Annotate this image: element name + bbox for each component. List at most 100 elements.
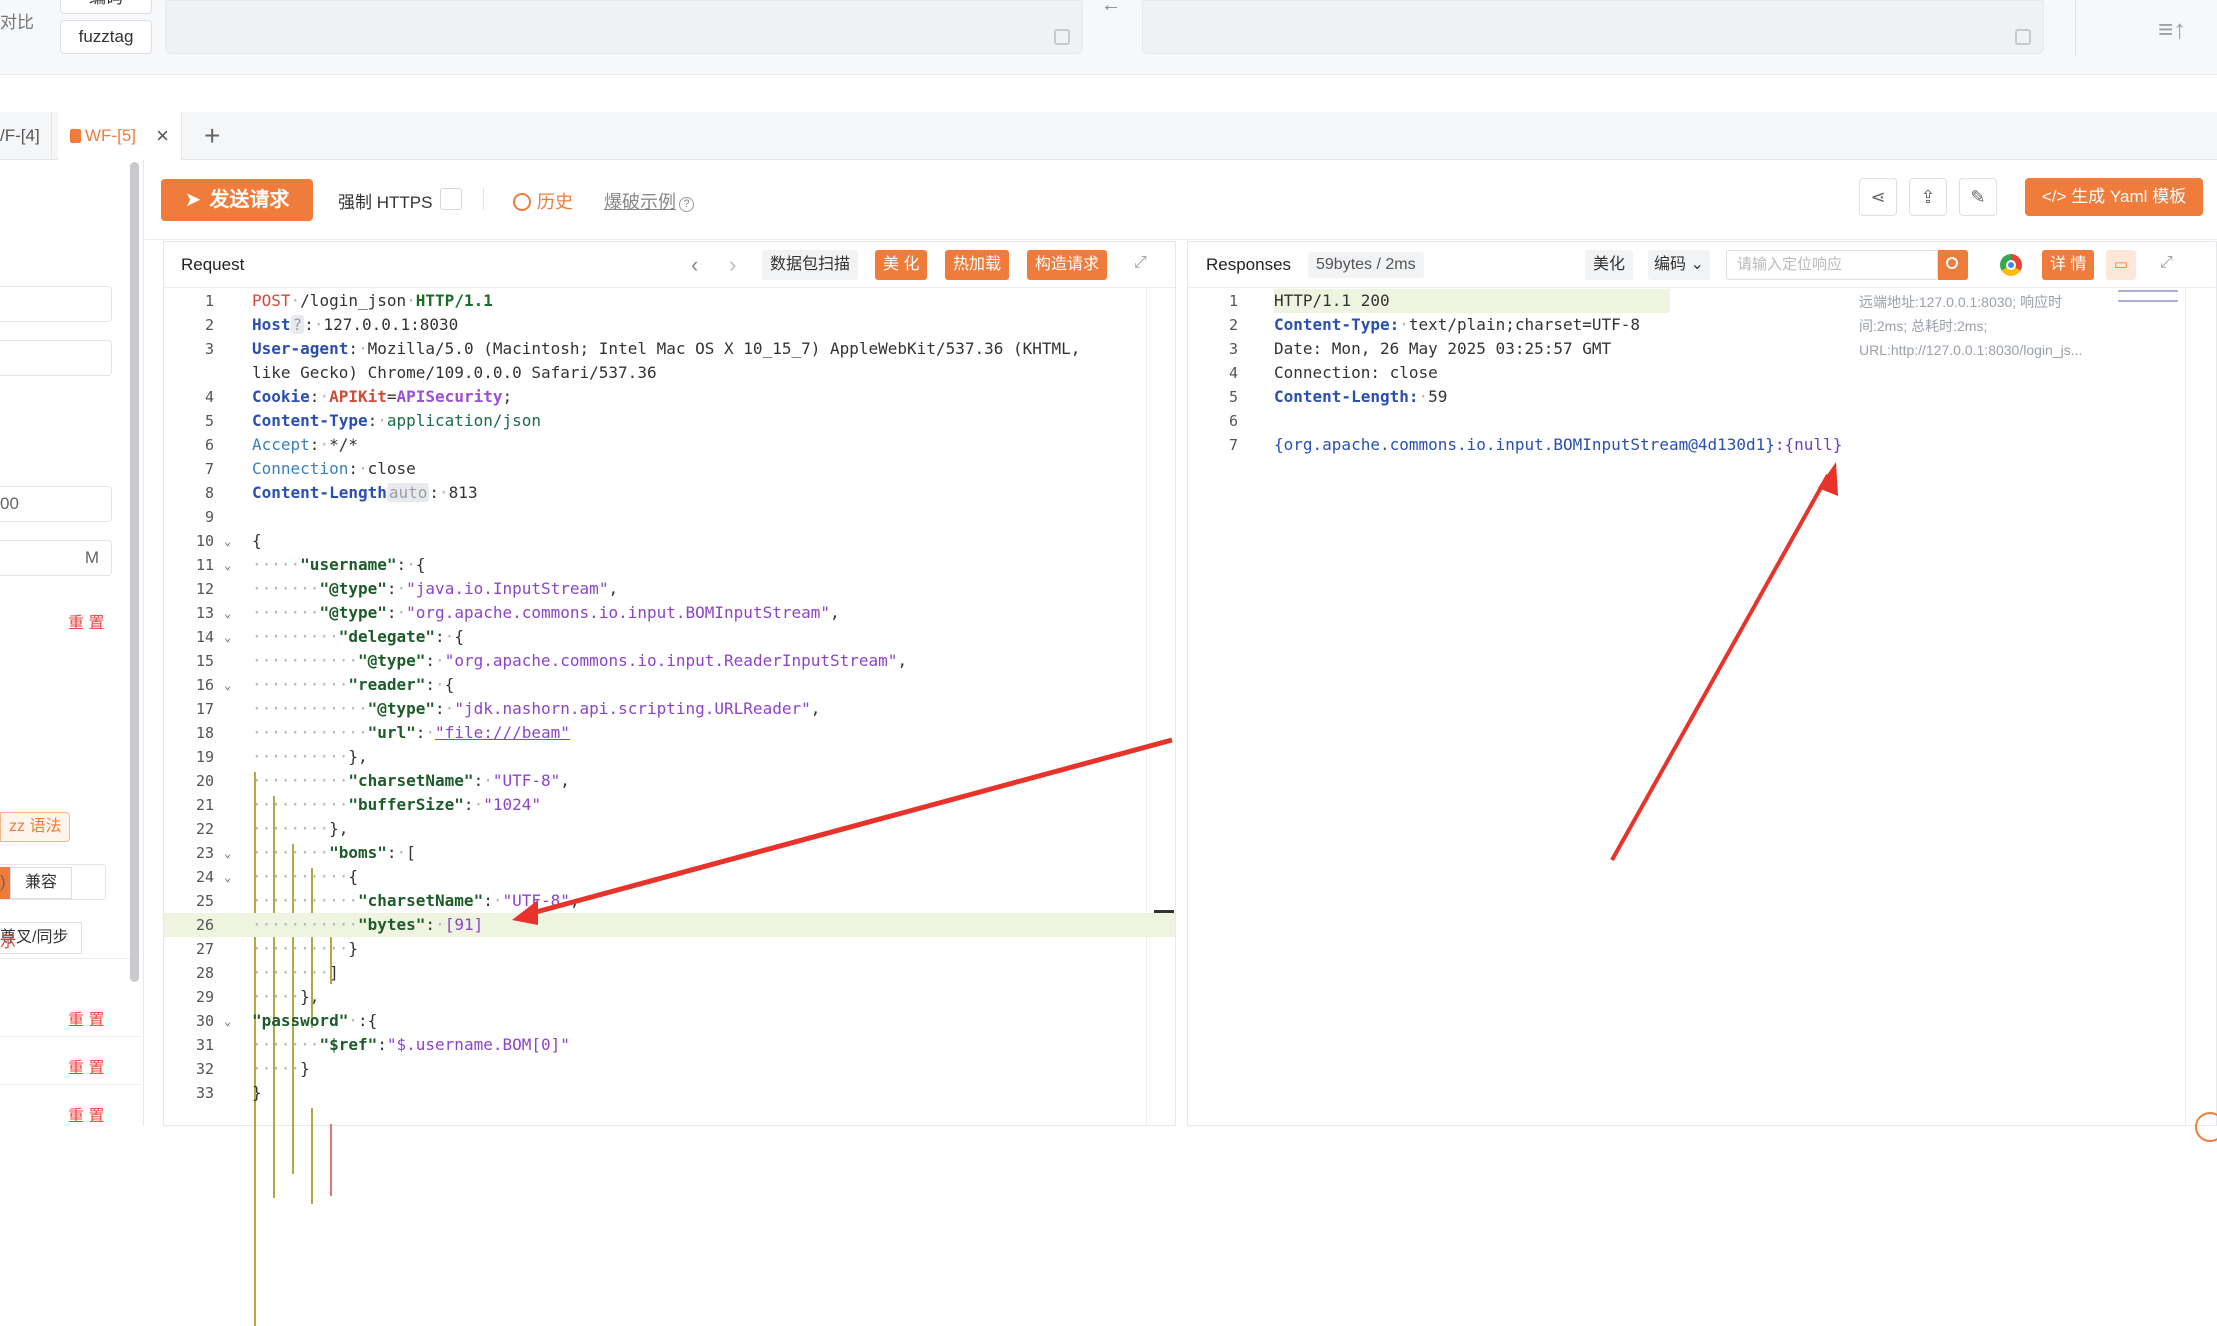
search-icon[interactable] <box>1938 250 1968 280</box>
locate-response-input[interactable]: 请输入定位响应 <box>1726 250 1938 280</box>
sidebar-input[interactable] <box>0 340 112 376</box>
code-line: 12 ·······"@type":·"java.io.InputStream", <box>195 579 619 598</box>
encoding-select[interactable]: 编码 ⌄ <box>1648 250 1710 280</box>
chevron-right-icon[interactable]: › <box>729 252 736 278</box>
sidebar-input[interactable]: ) <box>0 864 106 900</box>
reset-link[interactable]: 重 置 <box>68 1054 104 1078</box>
code-line: 5 Content-Type:·application/json <box>204 411 541 430</box>
edit-icon[interactable]: ✎ <box>1959 178 1997 216</box>
fuzz-syntax-tag[interactable]: zz 语法 <box>0 812 71 842</box>
divider <box>0 1036 140 1037</box>
code-line: 33} <box>195 1083 262 1102</box>
export-icon[interactable]: ⇪ <box>1909 178 1947 216</box>
share-icon[interactable]: ⋖ <box>1859 178 1897 216</box>
code-line: 11 ⌄ ·····"username":·{ <box>164 553 1175 577</box>
packet-scan-button[interactable]: 数据包扫描 <box>762 250 859 280</box>
code-line: 21 ··········"bufferSize":·"1024" <box>195 795 541 814</box>
code-line: 1 POST·/login_json·HTTP/1.1 <box>204 291 493 310</box>
divider <box>0 958 140 959</box>
code-line: 32 ·····} <box>195 1059 310 1078</box>
fold-icon[interactable]: ⌄ <box>224 1009 231 1033</box>
copy-icon[interactable] <box>1054 29 1070 45</box>
compare-left-box[interactable] <box>165 0 1083 54</box>
request-toolbar: ➤ 发送请求 强制 HTTPS 历史 爆破示例? ⋖ ⇪ ✎ </> 生成 Yam… <box>145 160 2217 240</box>
fold-icon[interactable]: ⌄ <box>224 841 231 865</box>
chevron-left-icon[interactable]: ‹ <box>691 252 698 278</box>
code-line: like Gecko) Chrome/109.0.0.0 Safari/537.… <box>252 363 657 382</box>
divider <box>0 1084 140 1085</box>
force-https-label: 强制 HTTPS <box>338 193 433 212</box>
send-request-button[interactable]: ➤ 发送请求 <box>161 179 313 221</box>
request-editor[interactable]: 1 POST·/login_json·HTTP/1.1 2 Host?:·127.0… <box>164 289 1175 1105</box>
fold-icon[interactable]: ⌄ <box>224 601 231 625</box>
generate-yaml-button[interactable]: </> 生成 Yaml 模板 <box>2025 178 2203 216</box>
code-line: 28 ········] <box>195 963 339 982</box>
code-line: 27 ··········} <box>195 939 358 958</box>
tab-label: WF-[5] <box>85 126 136 145</box>
build-request-button[interactable]: 构造请求 <box>1027 250 1108 280</box>
chrome-icon[interactable] <box>2000 254 2022 276</box>
divider <box>2075 0 2076 56</box>
reset-link[interactable]: 重 置 <box>68 1006 104 1030</box>
fold-icon[interactable]: ⌄ <box>224 553 231 577</box>
fold-icon[interactable]: ⌄ <box>224 529 231 553</box>
code-line: 3 User-agent:·Mozilla/5.0 (Macintosh; Int… <box>204 339 1081 358</box>
hint-link[interactable]: 示 <box>0 928 16 952</box>
response-header: Responses 59bytes / 2ms 美化 编码 ⌄ 请输入定位响应 … <box>1188 242 2216 288</box>
copy-icon[interactable] <box>2015 29 2031 45</box>
indent-guide <box>330 1124 332 1196</box>
code-line: 7 Connection:·close <box>204 459 416 478</box>
sort-icon[interactable]: ≡↑ <box>2158 14 2186 45</box>
reset-link[interactable]: 重 置 <box>68 609 104 633</box>
expand-icon[interactable]: ⤢ <box>2160 254 2173 272</box>
code-line: 29 ·····}, <box>195 987 320 1006</box>
code-line: 13 ⌄ ·······"@type":·"org.apache.commons.i… <box>164 601 1175 625</box>
response-size-badge: 59bytes / 2ms <box>1308 252 1424 278</box>
close-icon[interactable]: × <box>156 112 169 160</box>
code-line: 20 ··········"charsetName":·"UTF-8", <box>195 771 570 790</box>
sidebar-input[interactable]: M <box>0 540 112 576</box>
back-arrow-icon[interactable]: ← <box>1101 0 1121 17</box>
fuzztag-button[interactable]: fuzztag <box>60 20 152 54</box>
sidebar-input[interactable]: 00 <box>0 486 112 522</box>
add-tab-icon[interactable]: + <box>204 112 220 160</box>
burst-example-link[interactable]: 爆破示例? <box>604 188 694 214</box>
hot-reload-button[interactable]: 热加载 <box>945 250 1010 280</box>
indent-guide <box>311 1108 313 1204</box>
beautify-button[interactable]: 美化 <box>1585 250 1634 280</box>
fold-icon[interactable]: ⌄ <box>224 625 231 649</box>
code-line: 30 ⌄ "password"·:{ <box>164 1009 1175 1033</box>
code-line: 2 Content-Type:·text/plain;charset=UTF-8 <box>1228 315 1641 334</box>
code-line: 4 Connection: close <box>1228 363 1438 382</box>
clock-icon <box>513 193 531 211</box>
burst-example-label: 爆破示例 <box>604 192 676 212</box>
code-line: 19 ··········}, <box>195 747 368 766</box>
sidebar-input[interactable] <box>0 286 112 322</box>
code-line: 2 Host?:·127.0.0.1:8030 <box>204 315 459 334</box>
code-line: 23 ⌄ ········"boms":·[ <box>164 841 1175 865</box>
code-line: 15 ···········"@type":·"org.apache.common… <box>195 651 908 670</box>
history-button[interactable]: 历史 <box>513 188 573 214</box>
beautify-button[interactable]: 美 化 <box>875 250 928 280</box>
code-line: 17 ············"@type":·"jdk.nashorn.api.… <box>195 699 821 718</box>
code-line: 6 Accept:·*/* <box>204 435 358 454</box>
response-editor[interactable]: 1 HTTP/1.1 200 2 Content-Type:·text/plain;… <box>1188 289 2216 457</box>
reset-link[interactable]: 重 置 <box>68 1102 104 1126</box>
code-line: 16 ⌄ ··········"reader":·{ <box>164 673 1175 697</box>
comment-icon[interactable]: ▭ <box>2106 250 2136 280</box>
request-header: Request ‹ › 数据包扫描 美 化 热加载 构造请求 ⤢ <box>164 242 1175 288</box>
details-button[interactable]: 详 情 <box>2042 250 2095 280</box>
tab-wf-4[interactable]: /F-[4] <box>0 112 52 160</box>
expand-icon[interactable]: ⤢ <box>1134 254 1147 272</box>
history-label: 历史 <box>537 192 573 212</box>
force-https-checkbox[interactable] <box>440 188 462 210</box>
code-line: 10 ⌄{ <box>164 529 1175 553</box>
encoding-select[interactable]: 编码 <box>60 0 152 14</box>
code-line-highlighted: 26 ···········"bytes":·[91] <box>164 913 1175 937</box>
fold-icon[interactable]: ⌄ <box>224 673 231 697</box>
fold-icon[interactable]: ⌄ <box>224 865 231 889</box>
tab-wf-5[interactable]: WF-[5] × <box>58 112 182 160</box>
top-bar: 对比 编码 fuzztag ← ≡↑ <box>0 0 2217 75</box>
sidebar-scrollbar[interactable] <box>130 162 139 982</box>
compare-right-box[interactable] <box>1142 0 2044 54</box>
